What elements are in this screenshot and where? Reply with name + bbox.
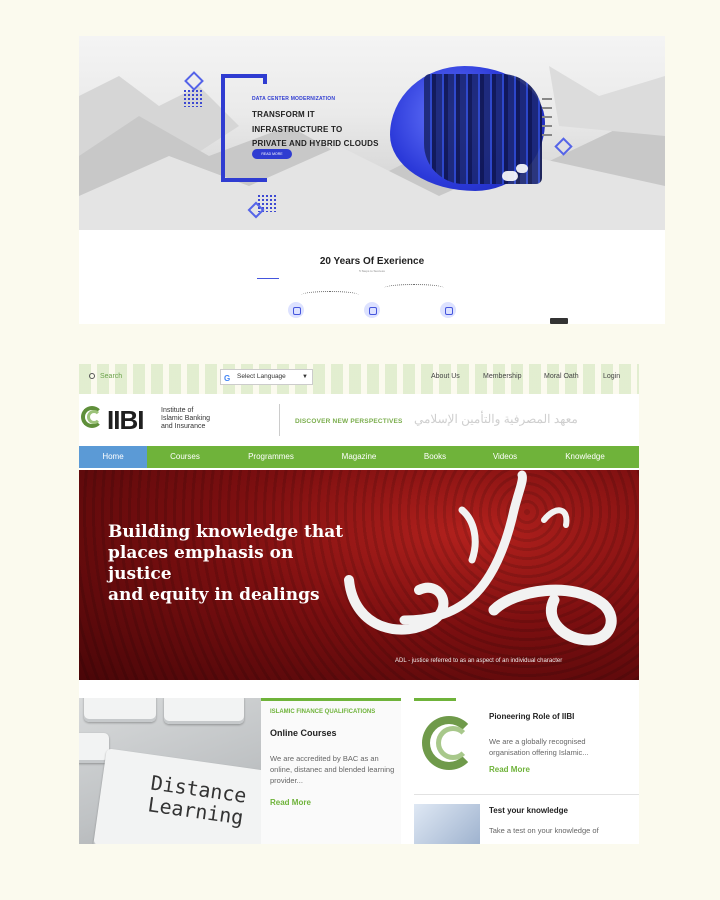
adl-calligraphy-image: [344, 470, 617, 646]
logo-subtitle: Institute of Islamic Banking and Insuran…: [161, 407, 210, 431]
card-accent: [261, 698, 401, 701]
card-body: We are accredited by BAC as an online, d…: [270, 754, 395, 785]
logo-mark: IIBI: [107, 405, 144, 435]
dot-grid-decoration: [183, 89, 203, 107]
language-select[interactable]: G Select Language ▼: [220, 369, 313, 385]
card-accent: [414, 698, 456, 701]
search-link[interactable]: Search: [89, 373, 122, 380]
google-icon: G: [224, 374, 231, 383]
cloud-icon: [502, 171, 518, 181]
top-link-membership[interactable]: Membership: [483, 373, 522, 380]
arabic-name: معهد المصرفية والتأمين الإسلامي: [414, 412, 578, 426]
logo-line: and Insurance: [161, 423, 206, 430]
distance-learning-image[interactable]: Distance Learning: [79, 698, 261, 844]
headline-line: places emphasis on justice: [108, 543, 294, 584]
main-nav: Home Courses Programmes Magazine Books V…: [79, 446, 639, 468]
nav-books[interactable]: Books: [404, 446, 466, 468]
chat-widget-button[interactable]: [550, 318, 568, 324]
top-utility-bar: Search G Select Language ▼ About Us Memb…: [79, 364, 639, 394]
search-icon: [89, 373, 95, 379]
test-body: Take a test on your knowledge of: [489, 826, 599, 835]
read-more-link[interactable]: Read More: [489, 765, 530, 774]
divider: [414, 794, 639, 795]
hero-title-line-2: INFRASTRUCTURE TO: [252, 125, 343, 134]
pioneering-card: Pioneering Role of IIBI We are a globall…: [414, 698, 639, 844]
card-title: Pioneering Role of IIBI: [489, 712, 575, 721]
nav-programmes[interactable]: Programmes: [229, 446, 313, 468]
iibi-logo-inner: [436, 726, 470, 760]
tagline: DISCOVER NEW PERSPECTIVES: [295, 418, 403, 425]
logo-swirl-inner: [87, 410, 101, 424]
hero-section: DATA CENTER MODERNIZATION TRANSFORM IT I…: [79, 36, 665, 230]
nav-knowledge[interactable]: Knowledge: [549, 446, 621, 468]
cloud-icon: [516, 164, 528, 173]
hero-title-line-3: PRIVATE AND HYBRID CLOUDS: [252, 139, 379, 148]
read-more-button[interactable]: READ MORE: [252, 149, 292, 159]
logo-line: Institute of: [161, 407, 194, 414]
bracket-cap: [263, 74, 267, 84]
top-link-about[interactable]: About Us: [431, 373, 460, 380]
nav-videos[interactable]: Videos: [474, 446, 536, 468]
banner-caption: ADL - justice referred to as an aspect o…: [395, 658, 563, 664]
hero-eyebrow: DATA CENTER MODERNIZATION: [252, 96, 336, 102]
read-more-link[interactable]: Read More: [270, 798, 311, 807]
screenshot-iibi-site: Search G Select Language ▼ About Us Memb…: [79, 364, 639, 844]
slider-indicators[interactable]: [542, 98, 556, 158]
top-link-moral-oath[interactable]: Moral Oath: [544, 373, 579, 380]
card-title: Online Courses: [270, 728, 337, 738]
search-feature-icon: [288, 302, 304, 318]
mountain-background: [79, 66, 665, 230]
online-courses-card: ISLAMIC FINANCE QUALIFICATIONS Online Co…: [261, 698, 401, 844]
nav-courses[interactable]: Courses: [151, 446, 219, 468]
nav-magazine[interactable]: Magazine: [324, 446, 394, 468]
headline-line: and equity in dealings: [108, 585, 320, 605]
experience-subtitle: 5 Steps to Success: [359, 269, 385, 273]
logo-line: Islamic Banking: [161, 415, 211, 422]
banner-headline: Building knowledge that places emphasis …: [108, 522, 358, 606]
hero-banner: Building knowledge that places emphasis …: [79, 470, 639, 680]
keyboard-key: [164, 698, 244, 724]
nav-home[interactable]: Home: [79, 446, 147, 468]
test-knowledge-image[interactable]: [414, 804, 480, 844]
keyboard-key: [84, 698, 156, 722]
language-select-label: Select Language: [237, 373, 286, 380]
chart-feature-icon: [440, 302, 456, 318]
experience-title: 20 Years Of Exerience: [319, 256, 425, 267]
test-title: Test your knowledge: [489, 806, 568, 815]
card-eyebrow: ISLAMIC FINANCE QUALIFICATIONS: [270, 709, 376, 715]
document-feature-icon: [364, 302, 380, 318]
dotted-connector: [301, 291, 359, 299]
screenshot-data-center-site: DATA CENTER MODERNIZATION TRANSFORM IT I…: [79, 36, 665, 324]
dotted-connector: [384, 284, 444, 292]
search-label: Search: [100, 373, 123, 380]
hero-title-line-1: TRANSFORM IT: [252, 110, 315, 119]
chevron-down-icon: ▼: [302, 374, 308, 380]
top-link-login[interactable]: Login: [603, 373, 620, 380]
divider: [257, 278, 279, 279]
card-body: We are a globally recognised organisatio…: [489, 737, 589, 757]
header: IIBI Institute of Islamic Banking and In…: [79, 396, 639, 444]
divider: [279, 404, 280, 436]
headline-line: Building knowledge that: [108, 522, 344, 542]
